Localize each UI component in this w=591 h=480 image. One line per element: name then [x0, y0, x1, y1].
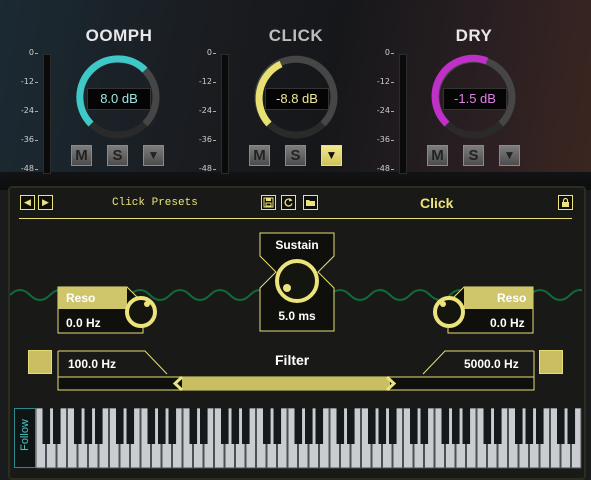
sustain-label: Sustain: [275, 238, 319, 252]
dry-mute-button[interactable]: M: [427, 145, 448, 166]
oomph-expand-button[interactable]: ▼: [143, 145, 164, 166]
preset-divider: [19, 218, 572, 219]
black-key[interactable]: [410, 408, 418, 444]
reso-left-knob[interactable]: [123, 294, 159, 330]
prev-preset-button[interactable]: ◀: [20, 195, 35, 210]
black-key[interactable]: [242, 408, 250, 444]
black-key[interactable]: [305, 408, 313, 444]
dry-gain-value[interactable]: -1.5 dB: [443, 88, 507, 110]
piano-keyboard[interactable]: [36, 408, 591, 470]
black-key[interactable]: [315, 408, 324, 444]
black-key[interactable]: [557, 408, 565, 444]
panel-title: Click: [420, 195, 454, 211]
black-key[interactable]: [231, 408, 240, 444]
black-key[interactable]: [567, 408, 576, 444]
sustain-knob[interactable]: [273, 257, 321, 305]
follow-button[interactable]: Follow: [14, 408, 36, 468]
black-key[interactable]: [536, 408, 544, 444]
dry-expand-button[interactable]: ▼: [499, 145, 520, 166]
black-key[interactable]: [74, 408, 82, 444]
oomph-solo-button[interactable]: S: [107, 145, 128, 166]
black-key[interactable]: [336, 408, 345, 444]
dry-solo-button[interactable]: S: [463, 145, 484, 166]
filter-low-handle[interactable]: [172, 376, 186, 391]
black-key[interactable]: [378, 408, 387, 444]
reso-left-value[interactable]: 0.0 Hz: [66, 316, 101, 330]
click-mute-button[interactable]: M: [249, 145, 270, 166]
black-key[interactable]: [389, 408, 397, 444]
module-title-dry: DRY: [455, 26, 493, 45]
black-key[interactable]: [95, 408, 103, 444]
black-key[interactable]: [189, 408, 198, 444]
reso-right-knob[interactable]: [431, 294, 467, 330]
sustain-value[interactable]: 5.0 ms: [260, 305, 334, 327]
meter-scale-dry: 0 -12 -24 -36 -48: [376, 48, 395, 173]
black-key[interactable]: [116, 408, 124, 444]
level-meter-click: [221, 54, 229, 174]
black-key[interactable]: [126, 408, 135, 444]
black-key[interactable]: [452, 408, 460, 444]
filter-high-value[interactable]: 5000.0 Hz: [464, 357, 519, 371]
oomph-mute-button[interactable]: M: [71, 145, 92, 166]
black-key[interactable]: [368, 408, 376, 444]
black-key[interactable]: [420, 408, 429, 444]
filter-high-toggle[interactable]: [539, 350, 563, 374]
black-key[interactable]: [42, 408, 51, 444]
filter-low-toggle[interactable]: [28, 350, 52, 374]
black-key[interactable]: [158, 408, 166, 444]
module-title-click: CLICK: [268, 26, 324, 45]
filter-high-handle[interactable]: [384, 376, 398, 391]
filter-range-slider[interactable]: [182, 377, 390, 390]
oomph-gain-value[interactable]: 8.0 dB: [87, 88, 151, 110]
black-key[interactable]: [84, 408, 93, 444]
black-key[interactable]: [53, 408, 61, 444]
reso-right-value[interactable]: 0.0 Hz: [490, 316, 525, 330]
filter-label: Filter: [275, 352, 310, 368]
lock-icon[interactable]: [558, 195, 573, 210]
meter-scale-click: 0 -12 -24 -36 -48: [198, 48, 217, 173]
black-key[interactable]: [515, 408, 523, 444]
next-preset-button[interactable]: ▶: [38, 195, 53, 210]
folder-icon[interactable]: [303, 195, 318, 210]
level-meter-oomph: [43, 54, 51, 174]
refresh-icon[interactable]: [281, 195, 296, 210]
click-expand-button[interactable]: ▼: [321, 145, 342, 166]
module-title-oomph: OOMPH: [85, 26, 153, 45]
reso-left-label: Reso: [66, 291, 96, 305]
black-key[interactable]: [263, 408, 271, 444]
meter-scale-oomph: 0 -12 -24 -36 -48: [20, 48, 39, 173]
black-key[interactable]: [525, 408, 534, 444]
black-key[interactable]: [441, 408, 450, 444]
black-key[interactable]: [168, 408, 177, 444]
click-gain-value[interactable]: -8.8 dB: [265, 88, 329, 110]
filter-low-value[interactable]: 100.0 Hz: [68, 357, 116, 371]
black-key[interactable]: [273, 408, 282, 444]
black-key[interactable]: [294, 408, 303, 444]
save-icon[interactable]: [261, 195, 276, 210]
reso-right-label: Reso: [497, 291, 527, 305]
black-key[interactable]: [200, 408, 208, 444]
black-key[interactable]: [221, 408, 229, 444]
black-key[interactable]: [483, 408, 492, 444]
black-key[interactable]: [347, 408, 355, 444]
black-key[interactable]: [462, 408, 471, 444]
level-meter-dry: [399, 54, 407, 174]
click-solo-button[interactable]: S: [285, 145, 306, 166]
presets-label[interactable]: Click Presets: [112, 197, 198, 209]
black-key[interactable]: [494, 408, 502, 444]
black-key[interactable]: [147, 408, 156, 444]
